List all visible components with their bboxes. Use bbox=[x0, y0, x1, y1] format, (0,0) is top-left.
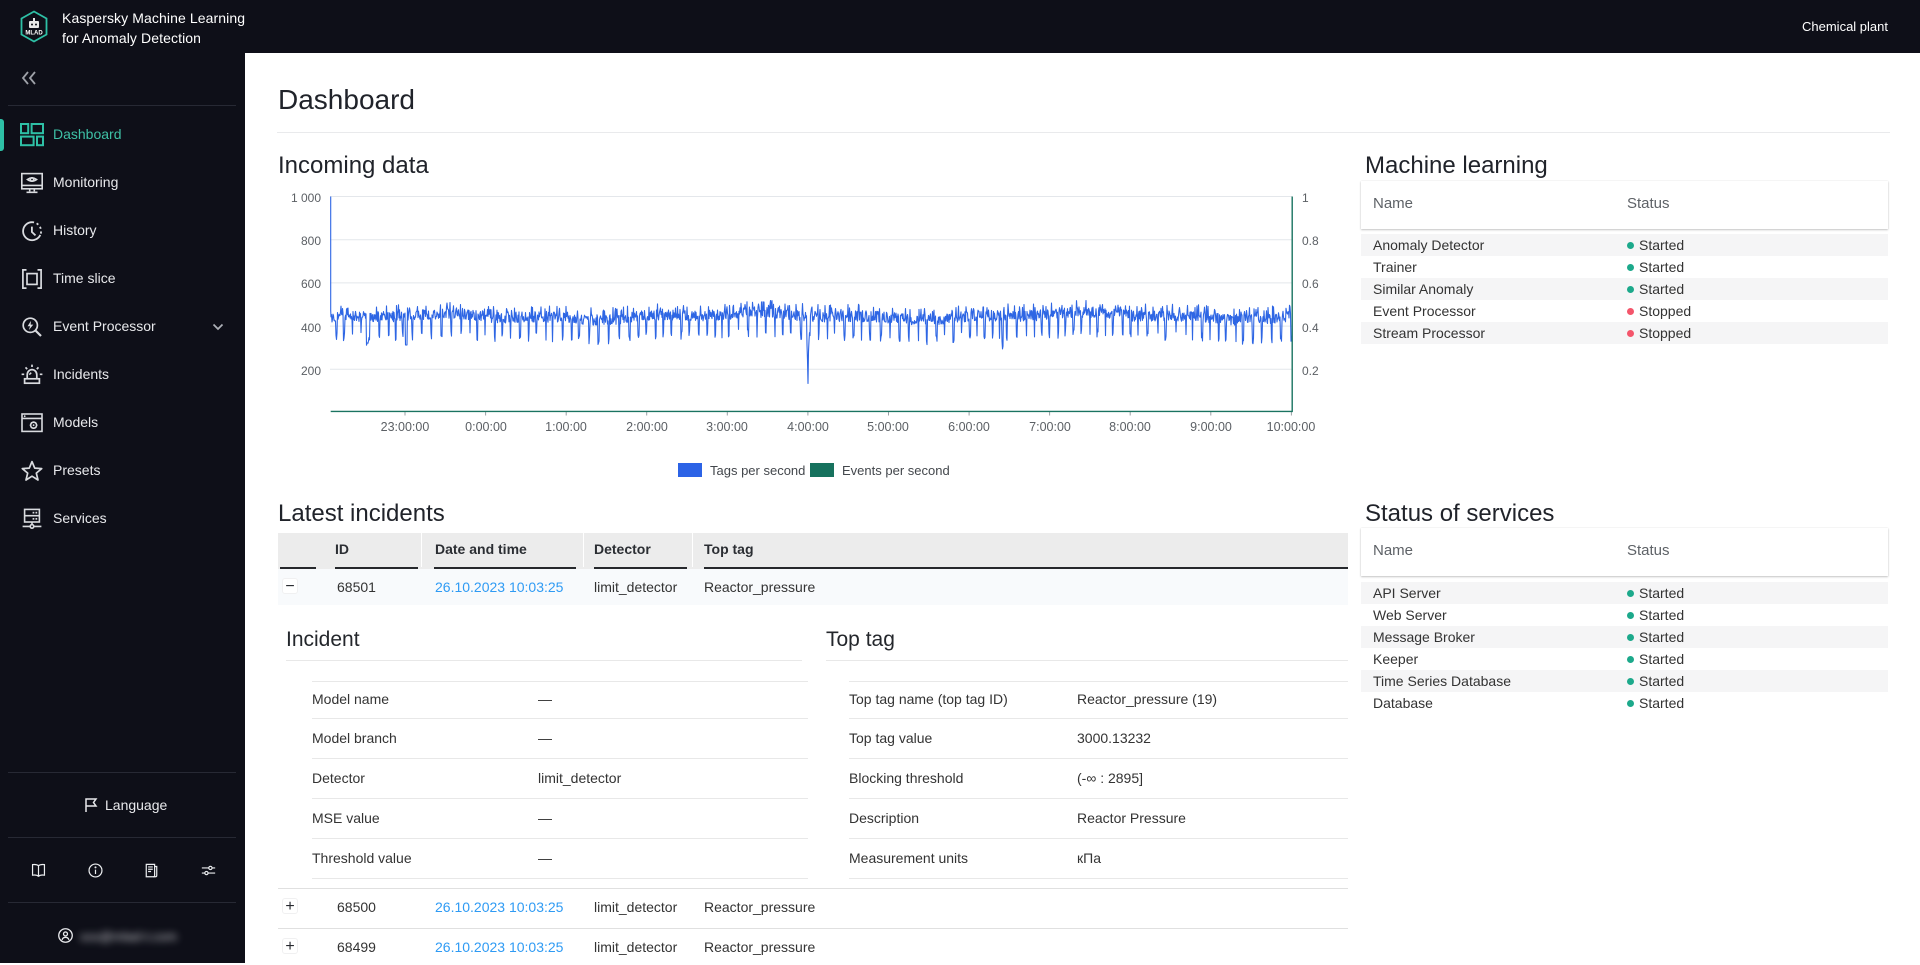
svg-text:MLAD: MLAD bbox=[25, 31, 43, 37]
